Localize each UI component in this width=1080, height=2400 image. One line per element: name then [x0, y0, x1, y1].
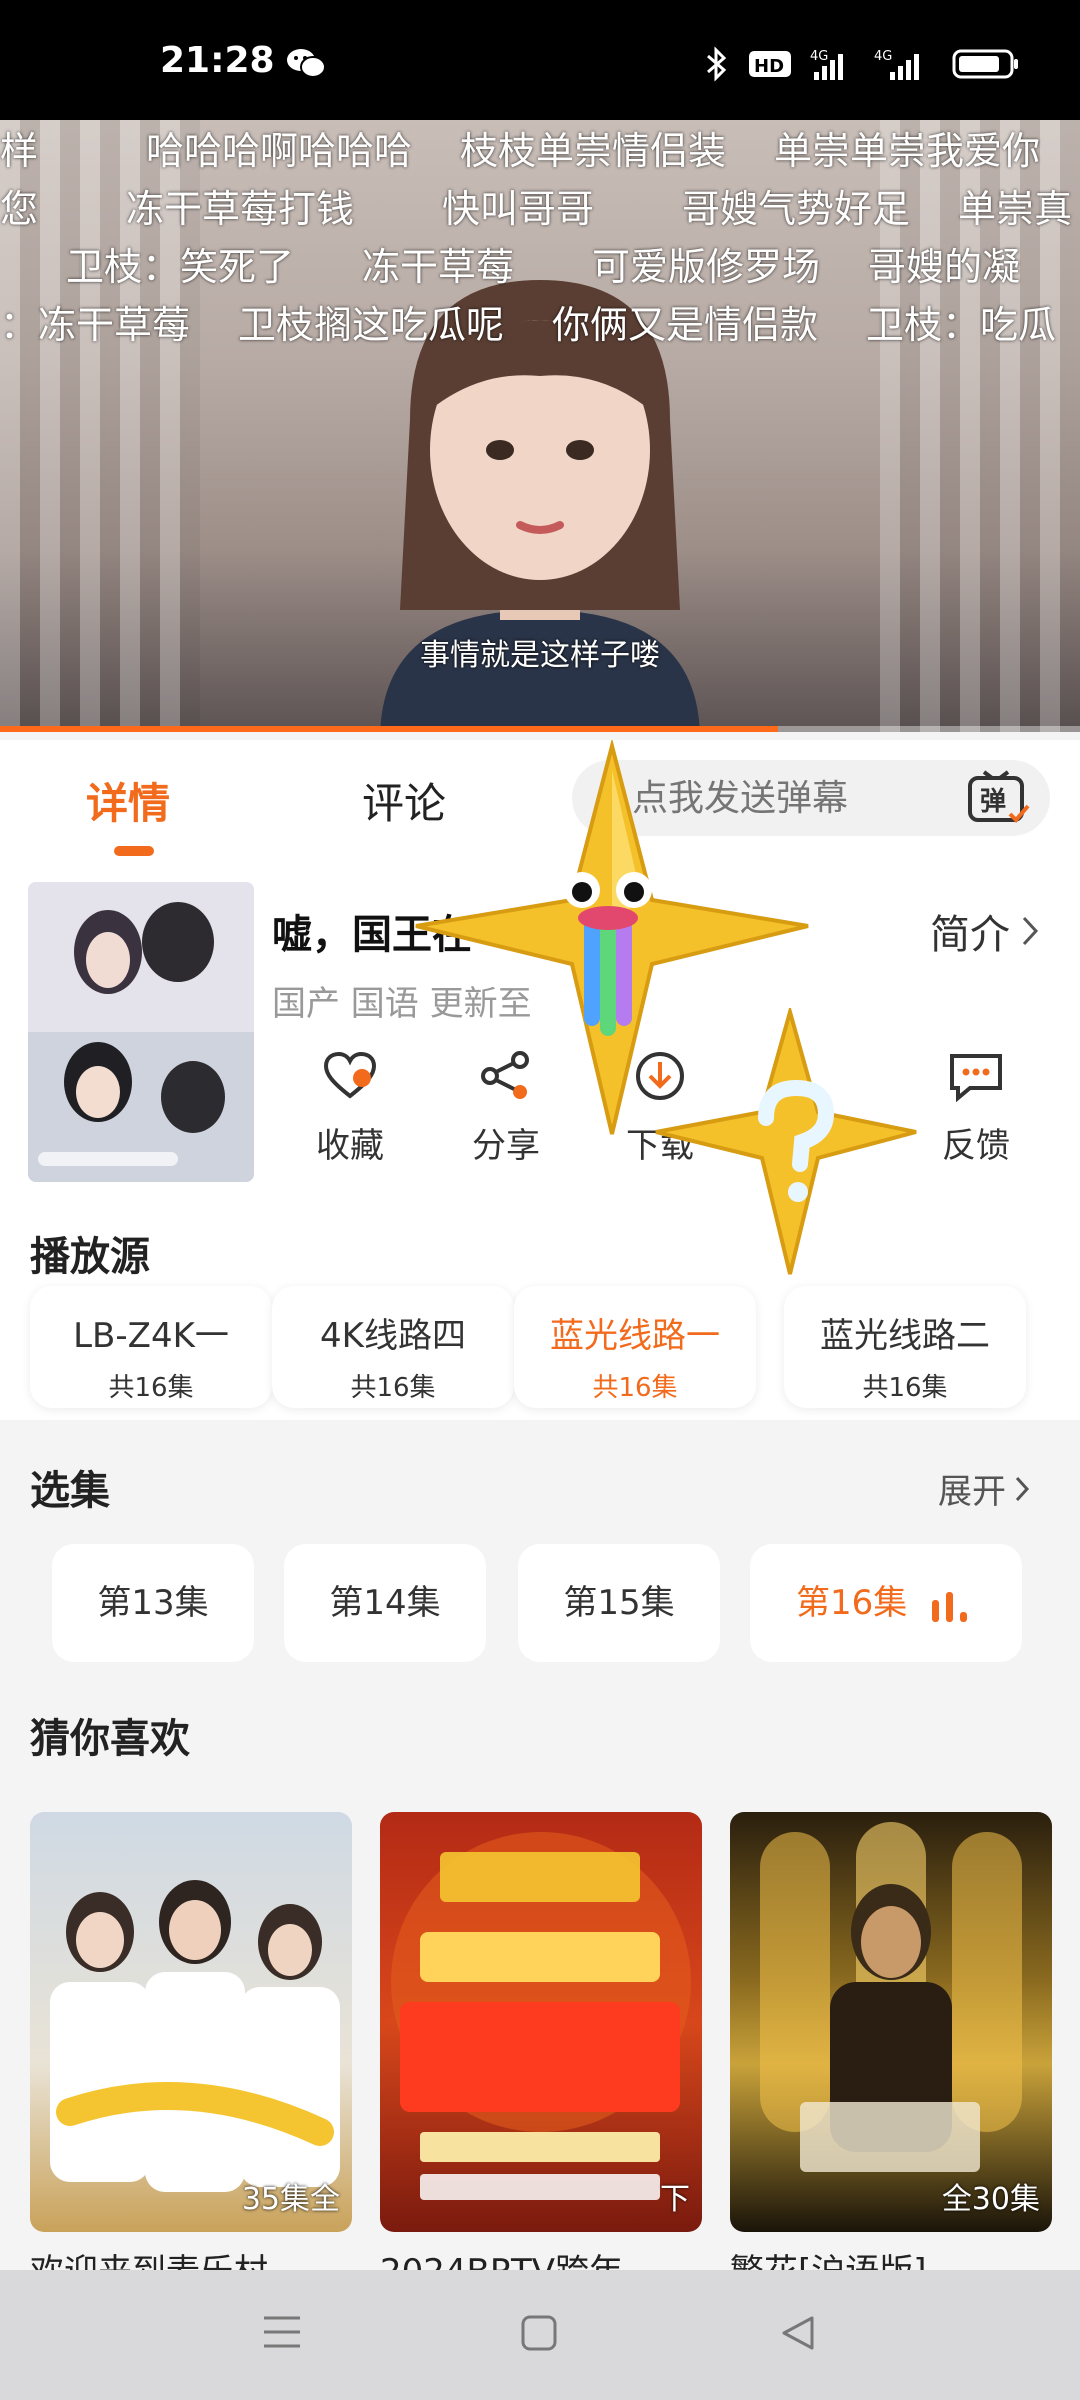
video-progress-fill: [0, 726, 778, 732]
recommend-badge: 35集全: [241, 2182, 340, 2217]
danmu-text: 你俩又是情侣款: [552, 303, 819, 347]
danmu-send-label: 弹: [980, 787, 1006, 817]
tab-active-indicator: [114, 846, 154, 856]
danmu-text: 可爱版修罗场: [592, 245, 821, 289]
favorite-button[interactable]: 收藏: [290, 1050, 410, 1167]
home-icon[interactable]: [520, 2314, 558, 2352]
danmu-text: 哈哈哈啊哈哈哈: [146, 129, 413, 173]
show-poster[interactable]: [28, 882, 254, 1182]
danmu-text: 哥嫂气势好足: [682, 187, 911, 231]
wechat-icon: [286, 46, 326, 84]
recommend-badge: 全30集: [941, 2182, 1040, 2217]
signal-4g-icon: 4G: [810, 49, 843, 80]
episode-item[interactable]: 第14集: [284, 1544, 486, 1662]
source-count: 共16集: [108, 1373, 194, 1403]
source-option[interactable]: 4K线路四 共16集: [272, 1286, 514, 1408]
source-option[interactable]: LB-Z4K一 共16集: [30, 1286, 272, 1408]
danmu-row-1: 样 哈哈哈啊哈哈哈 枝枝单崇情侣装 单崇单崇我爱你: [0, 120, 1080, 175]
danmu-text: 枝枝单崇情侣装: [460, 129, 727, 173]
battery-icon: [952, 49, 1018, 79]
bluetooth-icon: [707, 46, 727, 82]
episodes-section: 选集 展开 第13集 第14集 第15集 第16集: [0, 1420, 1080, 1670]
recommend-section: 猜你喜欢 35集全 欢迎来到麦乐村 下 2024BRTV跨年: [0, 1670, 1080, 2292]
danmu-text: 哥嫂的凝: [868, 245, 1021, 289]
danmu-text: 卫枝：吃瓜: [866, 303, 1057, 347]
episode-item-active[interactable]: 第16集: [750, 1544, 1022, 1662]
status-bar: 21:28 HD 4G 4G: [0, 0, 1080, 120]
recommend-badge: 下: [660, 2182, 690, 2217]
source-option-active[interactable]: 蓝光线路一 共16集: [514, 1286, 756, 1408]
source-count: 共16集: [350, 1373, 436, 1403]
tab-details[interactable]: 详情: [86, 770, 170, 831]
danmu-text: 单崇真: [958, 187, 1073, 231]
danmu-send-button[interactable]: 弹: [966, 768, 1032, 828]
episode-item[interactable]: 第13集: [52, 1544, 254, 1662]
svg-text:4G: 4G: [810, 49, 828, 64]
danmu-text: 冻干草莓: [362, 245, 515, 289]
recommend-card[interactable]: 下: [380, 1812, 702, 2232]
episode-item[interactable]: 第15集: [518, 1544, 720, 1662]
expand-label: 展开: [938, 1472, 1006, 1512]
feedback-label: 反馈: [942, 1126, 1010, 1166]
danmu-text: 样: [0, 129, 39, 173]
recommend-card[interactable]: 35集全: [30, 1812, 352, 2232]
chevron-right-icon: [1022, 916, 1039, 946]
danmu-text: 快叫哥哥: [442, 187, 595, 231]
status-icons: HD 4G 4G: [704, 46, 1020, 82]
source-name: LB-Z4K一: [73, 1316, 229, 1356]
feedback-icon: [950, 1054, 1002, 1103]
svg-text:HD: HD: [754, 56, 784, 77]
playing-bars-icon: [932, 1591, 968, 1622]
menu-icon[interactable]: [262, 2314, 302, 2350]
source-name: 4K线路四: [320, 1316, 466, 1356]
danmu-text: 冻干草莓打钱: [126, 187, 355, 231]
sources-title: 播放源: [30, 1234, 150, 1280]
back-icon[interactable]: [780, 2314, 816, 2352]
episodes-title: 选集: [30, 1468, 110, 1514]
source-name: 蓝光线路一: [550, 1316, 720, 1356]
system-nav-bar: [0, 2270, 1080, 2400]
danmu-text: ：冻干草莓: [0, 303, 191, 347]
source-name: 蓝光线路二: [820, 1316, 990, 1356]
feedback-button[interactable]: 反馈: [916, 1050, 1036, 1167]
intro-label: 简介: [930, 912, 1010, 958]
heart-icon: [323, 1051, 377, 1099]
intro-link[interactable]: 简介: [930, 902, 1040, 960]
episodes-expand[interactable]: 展开: [938, 1464, 1030, 1513]
danmu-row-4: ：冻干草莓 卫枝搁这吃瓜呢 你俩又是情侣款 卫枝：吃瓜: [0, 294, 1080, 349]
source-count: 共16集: [592, 1373, 678, 1403]
danmu-row-3: 卫枝：笑死了 冻干草莓 可爱版修罗场 哥嫂的凝: [66, 236, 1068, 291]
favorite-label: 收藏: [316, 1126, 384, 1166]
star-question-sticker: [655, 1008, 917, 1275]
recommend-card[interactable]: 全30集: [730, 1812, 1052, 2232]
episode-label: 第16集: [795, 1583, 908, 1623]
recommend-title: 猜你喜欢: [30, 1716, 190, 1762]
danmu-text: 单崇单崇我爱你: [774, 129, 1041, 173]
hd-icon: HD: [749, 51, 791, 77]
danmu-row-2: 您 冻干草莓打钱 快叫哥哥 哥嫂气势好足 单崇真: [0, 178, 1080, 233]
video-player[interactable]: 样 哈哈哈啊哈哈哈 枝枝单崇情侣装 单崇单崇我爱你 您 冻干草莓打钱 快叫哥哥 哥嫂气势好足…: [0, 120, 1080, 732]
danmu-text: 卫枝：笑死了: [66, 245, 295, 289]
video-progress-bar[interactable]: [0, 726, 1080, 732]
source-count: 共16集: [862, 1373, 948, 1403]
video-subtitle: 事情就是这样子喽: [420, 638, 660, 673]
chevron-right-icon: [1015, 1476, 1030, 1501]
svg-text:4G: 4G: [874, 49, 892, 64]
status-time: 21:28: [160, 40, 275, 81]
signal-4g-icon-2: 4G: [874, 49, 919, 80]
danmu-text: 您: [0, 187, 39, 231]
danmu-text: 卫枝搁这吃瓜呢: [238, 303, 505, 347]
source-option[interactable]: 蓝光线路二 共16集: [784, 1286, 1026, 1408]
